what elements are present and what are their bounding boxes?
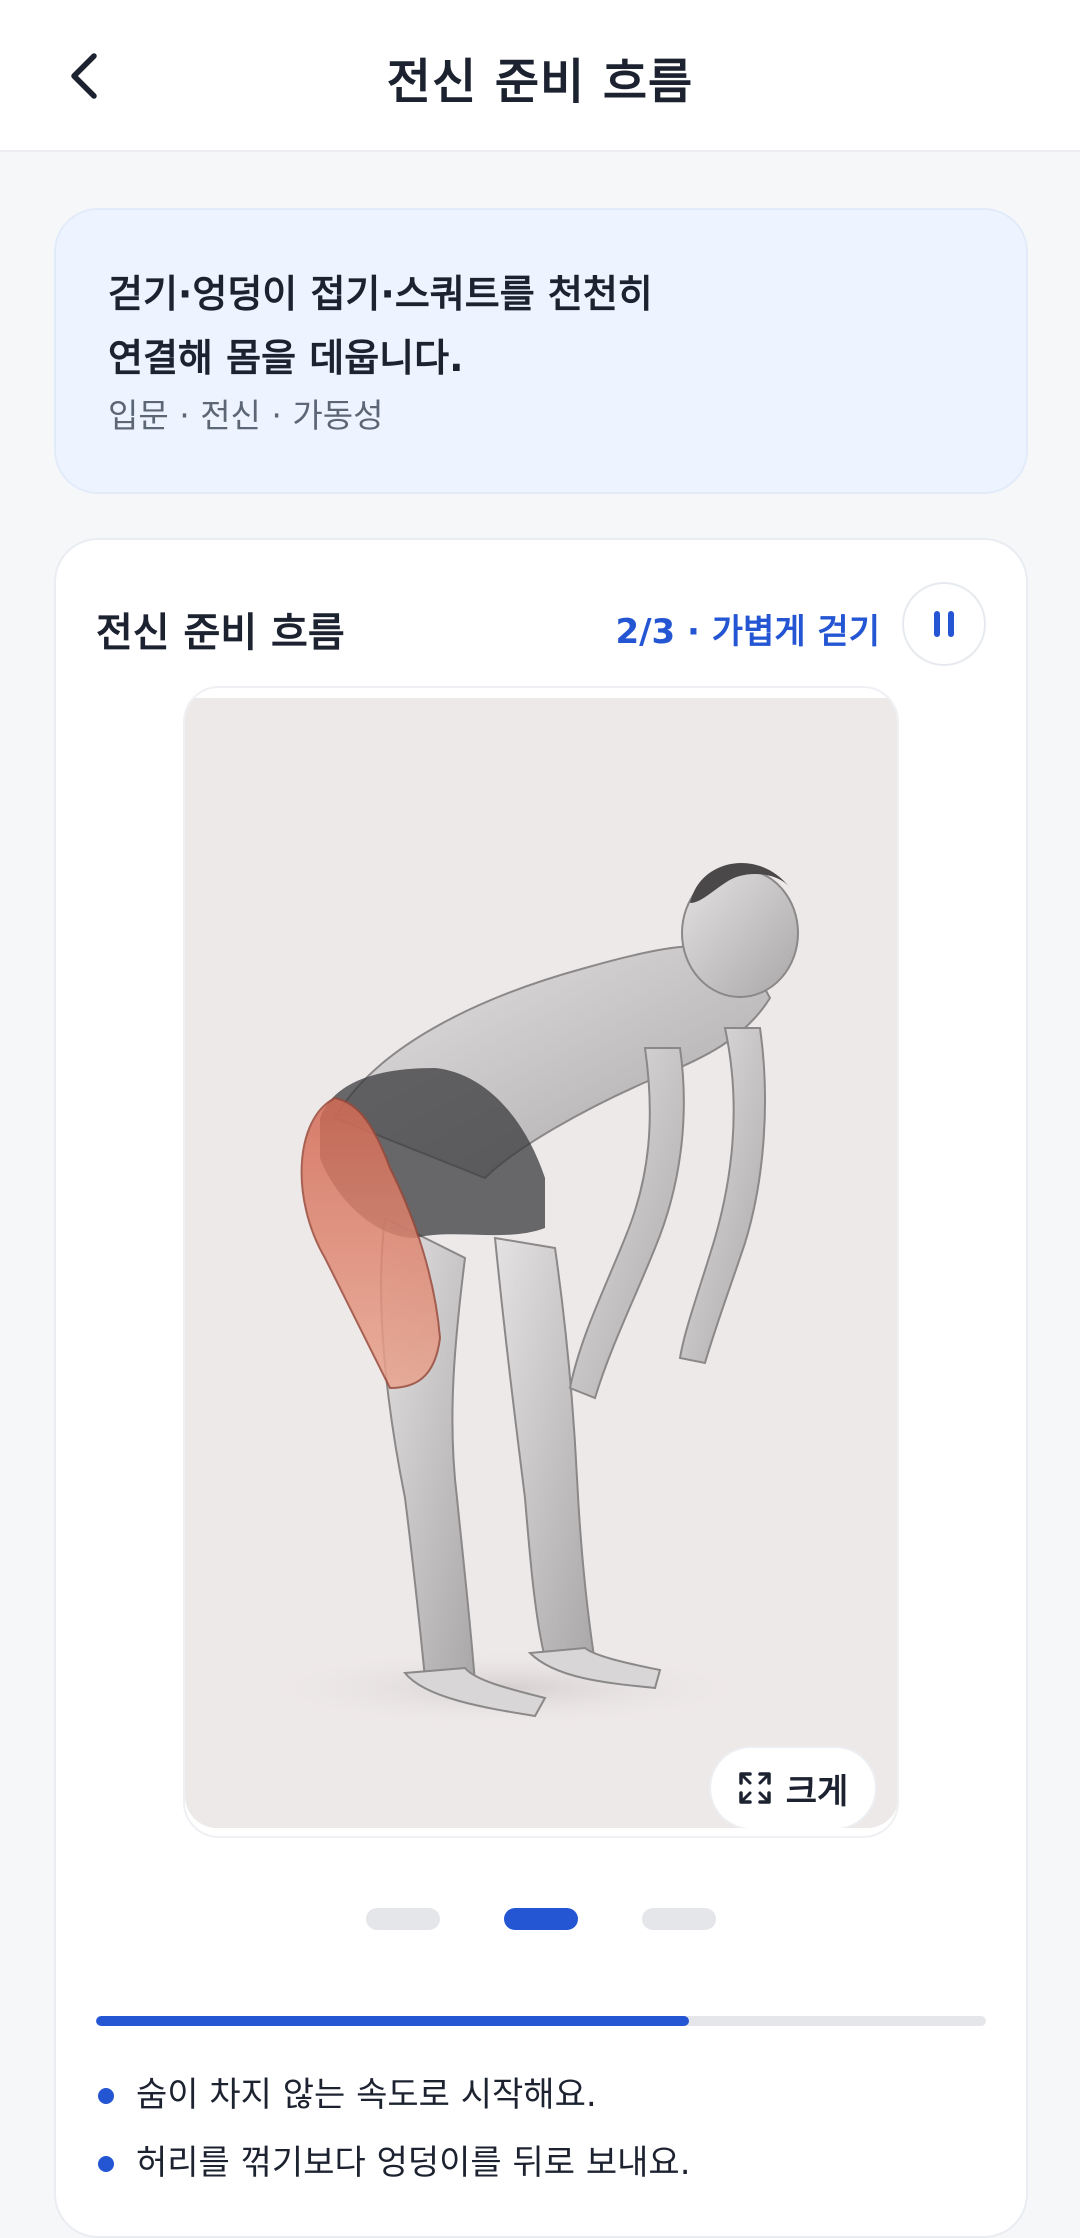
routine-description: 걷기·엉덩이 접기·스쿼트를 천천히 연결해 몸을 데웁니다.: [108, 272, 653, 380]
step-indicator: 2/3 · 가볍게 걷기: [615, 612, 880, 652]
tip-item: 숨이 차지 않는 속도로 시작해요.: [96, 2070, 986, 2138]
pause-icon: [934, 611, 954, 637]
page-title: 전신 준비 흐름: [386, 54, 694, 110]
progress-bar: [96, 2016, 986, 2026]
bullet-icon: [98, 2088, 114, 2104]
app-header: 전신 준비 흐름: [0, 0, 1080, 152]
exercise-illustration: 크게: [185, 698, 897, 1828]
enlarge-button[interactable]: 크게: [709, 1746, 877, 1828]
routine-tags: 입문 · 전신 · 가동성: [108, 396, 384, 435]
step-dot-1[interactable]: [366, 1908, 440, 1930]
tip-text: 허리를 꺾기보다 엉덩이를 뒤로 보내요.: [136, 2143, 691, 2183]
tip-text: 숨이 차지 않는 속도로 시작해요.: [136, 2075, 597, 2115]
pause-button[interactable]: [902, 582, 986, 666]
step-dot-2[interactable]: [504, 1908, 578, 1930]
routine-intro-card: 걷기·엉덩이 접기·스쿼트를 천천히 연결해 몸을 데웁니다. 입문 · 전신 …: [54, 208, 1028, 494]
step-pagination: [56, 1908, 1026, 1930]
tip-item: 허리를 꺾기보다 엉덩이를 뒤로 보내요.: [96, 2138, 986, 2206]
tips-list: 숨이 차지 않는 속도로 시작해요. 허리를 꺾기보다 엉덩이를 뒤로 보내요.: [96, 2070, 986, 2206]
bullet-icon: [98, 2156, 114, 2172]
enlarge-label: 크게: [785, 1771, 849, 1812]
exercise-image-frame: 크게: [183, 686, 899, 1838]
progress-bar-fill: [96, 2016, 689, 2026]
exercise-player-card: 전신 준비 흐름 2/3 · 가볍게 걷기 크게 숨이 차지 않는 속도로 시작…: [54, 538, 1028, 2238]
expand-icon: [738, 1772, 771, 1804]
step-dot-3[interactable]: [642, 1908, 716, 1930]
player-title: 전신 준비 흐름: [96, 610, 345, 656]
bent-over-figure-illustration: [255, 862, 799, 1728]
